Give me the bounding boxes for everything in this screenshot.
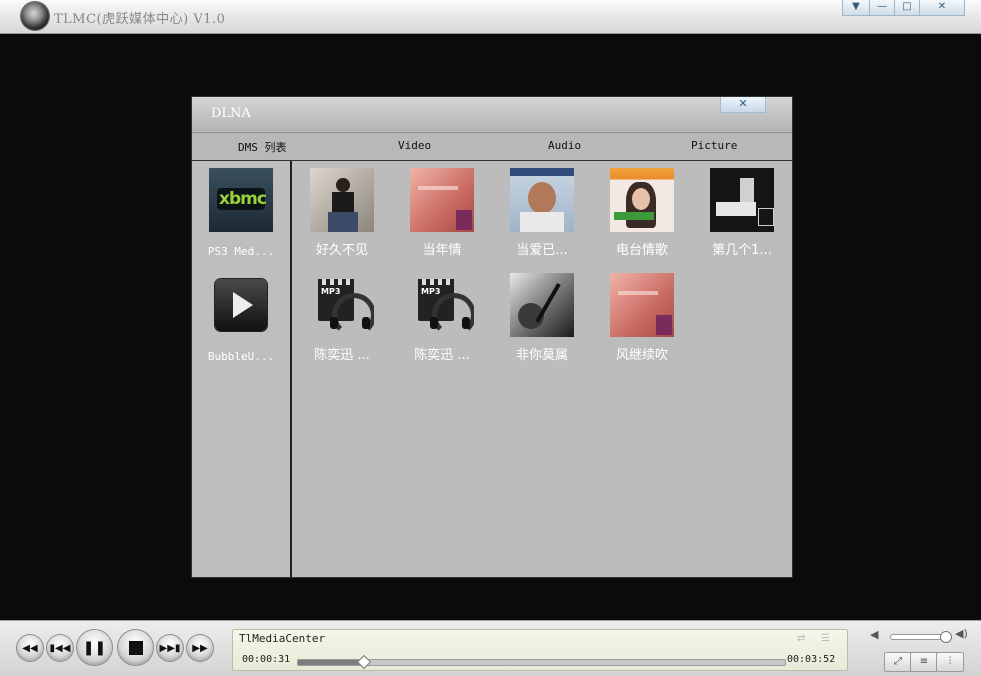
media-item-label: 电台情歌 (615, 243, 668, 258)
stop-icon (128, 640, 143, 655)
fast-forward-icon: ▶▶ (192, 642, 208, 654)
dropdown-button[interactable]: ▼ (842, 0, 870, 16)
media-item-label: 第几个1... (712, 243, 772, 258)
media-item[interactable]: MP3 陈奕迅 ... (292, 273, 392, 363)
next-icon: ▶▶▮ (159, 642, 181, 654)
equalizer-icon: ⫶ (948, 656, 952, 667)
media-item[interactable]: 当年情 (392, 168, 492, 258)
minimize-button[interactable]: — (870, 0, 895, 16)
previous-icon: ▮◀◀ (49, 642, 71, 654)
close-button[interactable]: ✕ (920, 0, 965, 16)
server-label: BubbleU... (207, 350, 275, 363)
title-bar: TLMC(虎跃媒体中心) V1.0 ▼ — □ ✕ (0, 0, 981, 34)
next-button[interactable]: ▶▶▮ (157, 635, 183, 661)
media-item[interactable]: 当爱已... (492, 168, 592, 258)
window-controls: ▼ — □ ✕ (842, 0, 965, 16)
server-label: PS3 Med... (207, 245, 275, 258)
fullscreen-icon: ⤢ (894, 656, 902, 667)
media-item[interactable]: 风继续吹 (592, 273, 692, 363)
previous-button[interactable]: ▮◀◀ (47, 635, 73, 661)
media-item-label: 当爱已... (516, 243, 568, 258)
mp3-file-icon: MP3 (310, 273, 374, 337)
mute-icon[interactable]: ◀ (870, 628, 878, 641)
server-list: xbmc PS3 Med... BubbleU... (192, 161, 292, 577)
media-item-label: 当年情 (422, 243, 462, 258)
list-icon: ≡ (919, 656, 929, 667)
fullscreen-button[interactable]: ⤢ (884, 652, 912, 672)
pause-icon: ❚❚ (82, 639, 107, 656)
dlna-close-button[interactable]: ✕ (720, 97, 766, 113)
media-item-label: 风继续吹 (615, 348, 668, 363)
xbmc-logo-icon: xbmc (209, 168, 273, 232)
elapsed-time: 00:00:31 (242, 654, 291, 665)
playlist-icon[interactable]: ☰ (821, 633, 830, 644)
album-cover-icon (610, 168, 674, 232)
album-cover-icon (410, 168, 474, 232)
media-item[interactable]: 第几个1... (692, 168, 792, 258)
stop-button[interactable] (118, 630, 153, 665)
media-item-label: 陈奕迅 ... (314, 348, 370, 363)
media-item-label: 非你莫属 (515, 348, 568, 363)
seek-handle[interactable] (357, 654, 372, 670)
rewind-button[interactable]: ◀◀ (17, 635, 43, 661)
album-cover-icon (710, 168, 774, 232)
playlist-button[interactable]: ≡ (910, 652, 938, 672)
album-cover-icon (510, 273, 574, 337)
pause-button[interactable]: ❚❚ (77, 630, 112, 665)
server-item-ps3[interactable]: xbmc PS3 Med... (192, 168, 290, 258)
repeat-icon[interactable]: ⇄ (797, 633, 805, 644)
album-cover-icon (510, 168, 574, 232)
fast-forward-button[interactable]: ▶▶ (187, 635, 213, 661)
volume-slider[interactable] (890, 631, 952, 643)
media-title: TlMediaCenter (239, 632, 326, 645)
rewind-icon: ◀◀ (22, 642, 38, 654)
tab-audio[interactable]: Audio (548, 139, 581, 152)
equalizer-button[interactable]: ⫶ (936, 652, 964, 672)
volume-max-icon[interactable]: ◀) (955, 627, 968, 640)
maximize-button[interactable]: □ (895, 0, 920, 16)
server-item-bubbleupnp[interactable]: BubbleU... (192, 279, 290, 363)
play-button-icon (215, 279, 267, 331)
volume-handle[interactable] (940, 631, 952, 643)
media-item-label: 陈奕迅 ... (414, 348, 470, 363)
album-cover-icon (610, 273, 674, 337)
control-bar: ◀◀ ▮◀◀ ❚❚ ▶▶▮ ▶▶ TlMediaCenter ⇄ ☰ 00:00… (0, 620, 981, 676)
tab-video[interactable]: Video (398, 139, 431, 152)
dlna-tabs: DMS 列表 Video Audio Picture (192, 132, 792, 162)
dlna-dialog: DLNA ✕ DMS 列表 Video Audio Picture xbmc P… (192, 97, 792, 577)
dlna-title: DLNA (211, 106, 251, 121)
xbmc-logo-text: xbmc (219, 189, 267, 209)
mp3-badge: MP3 (321, 287, 341, 296)
mp3-file-icon: MP3 (410, 273, 474, 337)
app-logo-icon (21, 2, 49, 30)
media-grid: 好久不见 当年情 当爱已... 电台情歌 第几个1... MP3 陈奕迅 ...… (292, 161, 792, 577)
tab-dms-list[interactable]: DMS 列表 (238, 139, 287, 155)
tab-picture[interactable]: Picture (691, 139, 737, 152)
total-time: 00:03:52 (787, 654, 836, 665)
dlna-header[interactable]: DLNA ✕ (192, 97, 792, 131)
media-item[interactable]: 好久不见 (292, 168, 392, 258)
now-playing-panel: TlMediaCenter ⇄ ☰ 00:00:31 00:03:52 (232, 629, 848, 671)
media-item[interactable]: MP3 陈奕迅 ... (392, 273, 492, 363)
window-title: TLMC(虎跃媒体中心) V1.0 (54, 12, 226, 27)
seek-progress (298, 660, 364, 665)
media-item[interactable]: 非你莫属 (492, 273, 592, 363)
media-item[interactable]: 电台情歌 (592, 168, 692, 258)
mp3-badge: MP3 (421, 287, 441, 296)
seek-bar[interactable] (297, 654, 786, 670)
album-cover-icon (310, 168, 374, 232)
media-item-label: 好久不见 (315, 243, 368, 258)
